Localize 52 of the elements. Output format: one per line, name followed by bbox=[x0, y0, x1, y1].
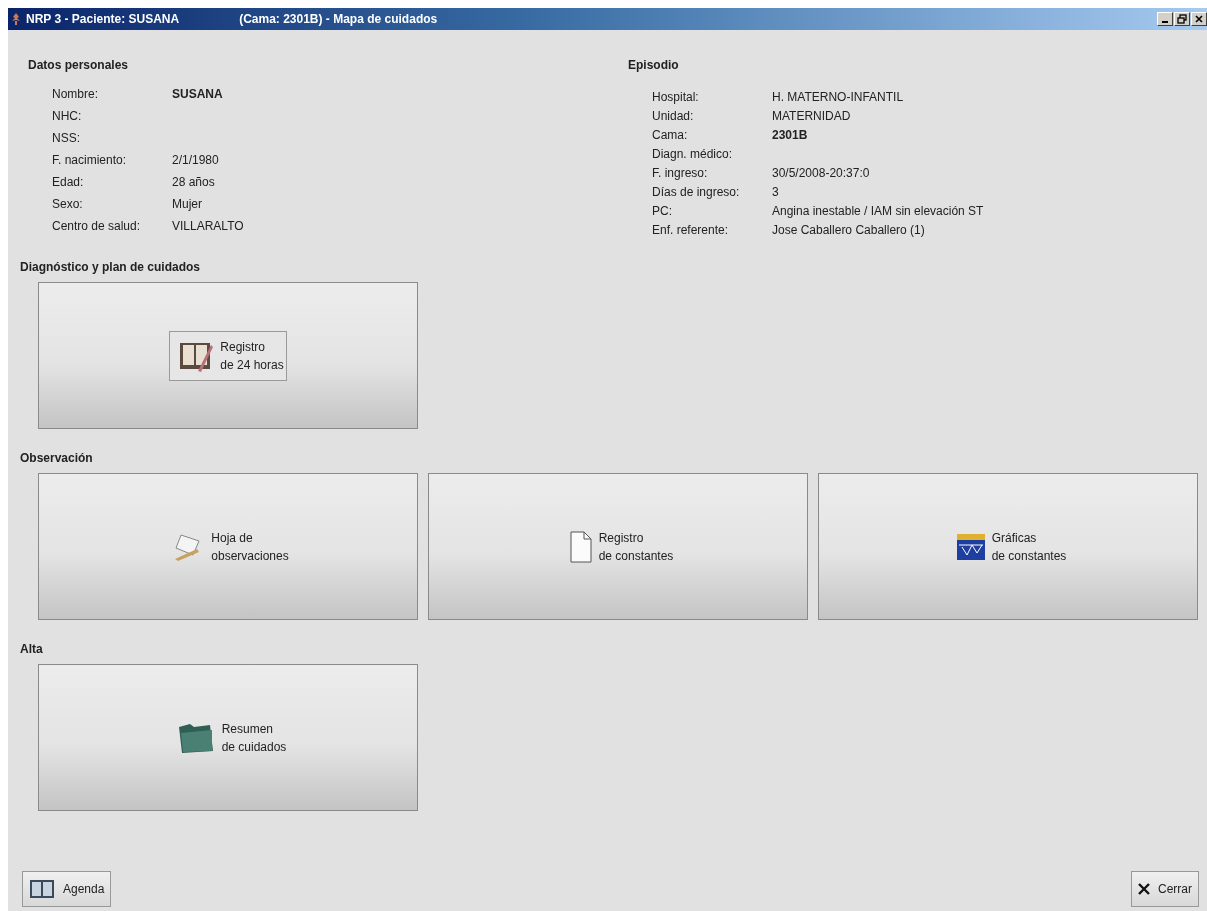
tile-button[interactable]: Registro de constantes bbox=[428, 473, 808, 620]
close-icon bbox=[1138, 883, 1150, 895]
field-label: Cama: bbox=[652, 127, 689, 143]
tile-button[interactable]: Resumen de cuidados bbox=[38, 664, 418, 811]
close-button[interactable] bbox=[1191, 12, 1207, 26]
field-value: Angina inestable / IAM sin elevación ST bbox=[772, 203, 984, 219]
field-value: VILLARALTO bbox=[172, 218, 245, 234]
field-value: MATERNIDAD bbox=[772, 108, 852, 124]
field-label: Edad: bbox=[52, 174, 85, 190]
window-title: NRP 3 - Paciente: SUSANA bbox=[26, 12, 180, 26]
field-label: PC: bbox=[652, 203, 673, 219]
section-heading: Alta bbox=[20, 642, 44, 656]
section-heading: Diagnóstico y plan de cuidados bbox=[20, 260, 202, 274]
calendar-icon bbox=[29, 879, 55, 899]
document-icon bbox=[568, 530, 593, 563]
field-label: Hospital: bbox=[652, 89, 700, 105]
section-heading: Observación bbox=[20, 451, 94, 465]
tile-button[interactable]: Registro de 24 horas bbox=[38, 282, 418, 429]
tile-button[interactable]: Gráficas de constantes bbox=[818, 473, 1198, 620]
field-value: SUSANA bbox=[172, 86, 224, 102]
minimize-button[interactable] bbox=[1157, 12, 1173, 26]
app-icon bbox=[10, 12, 22, 26]
field-value: Jose Caballero Caballero (1) bbox=[772, 222, 926, 238]
field-value: 28 años bbox=[172, 174, 216, 190]
field-label: F. nacimiento: bbox=[52, 152, 128, 168]
field-label: Unidad: bbox=[652, 108, 695, 124]
field-label: F. ingreso: bbox=[652, 165, 709, 181]
minimize-icon bbox=[1162, 21, 1168, 23]
restore-button[interactable] bbox=[1174, 12, 1190, 26]
field-value: Mujer bbox=[172, 196, 203, 212]
field-label: Sexo: bbox=[52, 196, 84, 212]
section-heading: Datos personales bbox=[27, 58, 130, 72]
field-label: Diagn. médico: bbox=[652, 146, 734, 162]
field-label: Enf. referente: bbox=[652, 222, 730, 238]
field-value: 2/1/1980 bbox=[172, 152, 220, 168]
close-button[interactable]: Cerrar bbox=[1131, 871, 1199, 907]
field-value: H. MATERNO-INFANTIL bbox=[772, 89, 905, 105]
tile-button[interactable]: Hoja de observaciones bbox=[38, 473, 418, 620]
restore-icon bbox=[1177, 14, 1187, 24]
agenda-button[interactable]: Agenda bbox=[22, 871, 112, 907]
window-subtitle: (Cama: 2301B) - Mapa de cuidados bbox=[239, 12, 438, 26]
field-label: NHC: bbox=[52, 108, 83, 124]
field-value: 3 bbox=[772, 184, 780, 200]
section-heading: Episodio bbox=[627, 58, 680, 72]
chart-icon bbox=[955, 532, 986, 561]
field-value: 2301B bbox=[772, 127, 809, 143]
field-label: Días de ingreso: bbox=[652, 184, 741, 200]
field-value: 30/5/2008-20:37:0 bbox=[772, 165, 871, 181]
close-icon bbox=[1194, 14, 1204, 24]
field-label: Centro de salud: bbox=[52, 218, 142, 234]
field-label: NSS: bbox=[52, 130, 81, 146]
field-label: Nombre: bbox=[52, 86, 99, 102]
